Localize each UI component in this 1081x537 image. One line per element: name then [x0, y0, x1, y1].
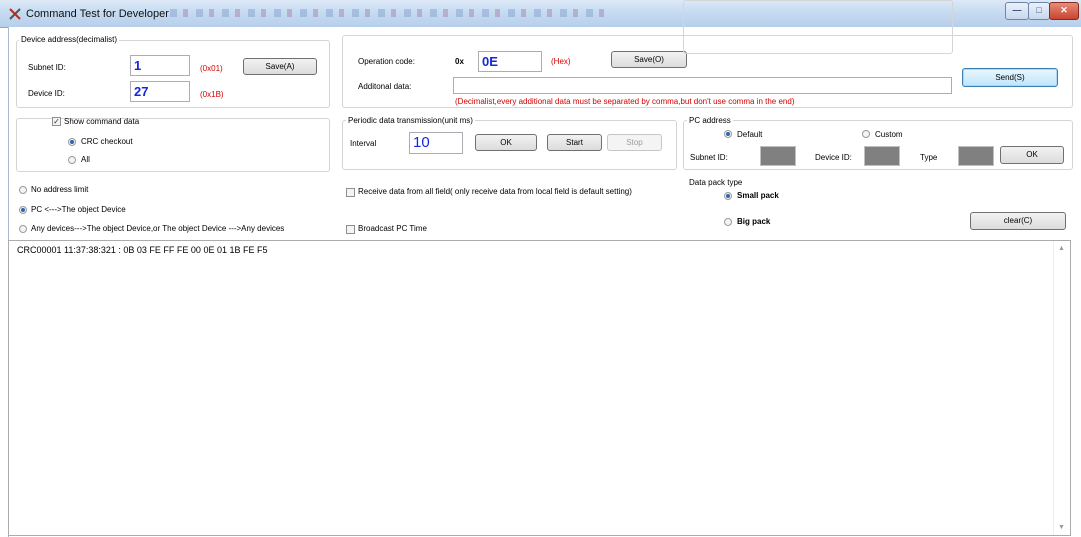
stop-button[interactable]: Stop [607, 134, 662, 151]
pc-object-device-radio[interactable] [19, 206, 27, 214]
app-icon [9, 8, 21, 20]
broadcast-checkbox[interactable] [346, 225, 355, 234]
pc-custom-label: Custom [875, 130, 903, 139]
interval-label: Interval [350, 139, 377, 148]
start-button[interactable]: Start [547, 134, 602, 151]
minimize-button[interactable]: — [1005, 2, 1029, 20]
maximize-button[interactable]: □ [1028, 2, 1050, 20]
subnet-id-hex: (0x01) [200, 64, 223, 73]
pc-default-radio[interactable] [724, 130, 732, 138]
data-pack-group [683, 0, 953, 54]
receive-all-label: Receive data from all field( only receiv… [358, 187, 632, 196]
all-label: All [81, 155, 90, 164]
additional-data-input[interactable] [453, 77, 952, 94]
any-devices-label: Any devices--->The object Device,or The … [31, 224, 285, 233]
device-id-input[interactable]: 27 [130, 81, 190, 102]
device-id-label: Device ID: [28, 89, 65, 98]
log-line: CRC00001 11:37:38:321 : 0B 03 FE FF FE 0… [17, 245, 268, 255]
big-pack-label: Big pack [737, 217, 771, 226]
pc-subnet-label: Subnet ID: [690, 153, 728, 162]
show-command-group [16, 118, 330, 172]
title-bar-blur [170, 9, 610, 17]
receive-all-checkbox[interactable] [346, 188, 355, 197]
crc-checkout-label: CRC checkout [81, 137, 133, 146]
operation-code-input[interactable]: 0E [478, 51, 542, 72]
any-devices-radio[interactable] [19, 225, 27, 233]
no-address-limit-radio[interactable] [19, 186, 27, 194]
subnet-id-input[interactable]: 1 [130, 55, 190, 76]
operation-code-label: Operation code: [358, 57, 415, 66]
device-id-hex: (0x1B) [200, 90, 224, 99]
subnet-id-label: Subnet ID: [28, 63, 66, 72]
pc-default-label: Default [737, 130, 763, 139]
data-pack-title: Data pack type [687, 178, 745, 187]
no-address-limit-label: No address limit [31, 185, 89, 194]
pc-custom-radio[interactable] [862, 130, 870, 138]
interval-input[interactable]: 10 [409, 132, 463, 154]
pc-device-label: Device ID: [815, 153, 852, 162]
broadcast-label: Broadcast PC Time [358, 224, 427, 233]
hex-prefix: 0x [455, 57, 464, 66]
log-area[interactable]: CRC00001 11:37:38:321 : 0B 03 FE FF FE 0… [8, 240, 1071, 536]
pc-address-title: PC address [687, 116, 733, 125]
show-command-checkbox[interactable]: ✓ [52, 117, 61, 126]
additional-data-hint: (Decimalist,every additional data must b… [455, 97, 795, 106]
all-radio[interactable] [68, 156, 76, 164]
pc-type-field[interactable] [958, 146, 994, 166]
scroll-down-icon[interactable]: ▼ [1058, 524, 1065, 531]
operation-hex-note: (Hex) [551, 57, 571, 66]
periodic-title: Periodic data transmission(unit ms) [346, 116, 475, 125]
save-operation-button[interactable]: Save(O) [611, 51, 687, 68]
small-pack-radio[interactable] [724, 192, 732, 200]
show-command-label: Show command data [64, 117, 140, 126]
periodic-ok-button[interactable]: OK [475, 134, 537, 151]
big-pack-radio[interactable] [724, 218, 732, 226]
close-button[interactable]: ✕ [1049, 2, 1079, 20]
pc-object-device-label: PC <--->The object Device [31, 205, 126, 214]
pc-type-label: Type [920, 153, 938, 162]
log-scrollbar[interactable]: ▲ ▼ [1053, 241, 1070, 535]
additional-data-label: Additonal data: [358, 82, 412, 91]
send-button[interactable]: Send(S) [962, 68, 1058, 87]
pc-device-field[interactable] [864, 146, 900, 166]
save-address-button[interactable]: Save(A) [243, 58, 317, 75]
pc-ok-button[interactable]: OK [1000, 146, 1064, 164]
window-title: Command Test for Developer [26, 8, 169, 20]
clear-button[interactable]: clear(C) [970, 212, 1066, 230]
crc-checkout-radio[interactable] [68, 138, 76, 146]
close-icon: ✕ [1060, 5, 1068, 15]
small-pack-label: Small pack [737, 191, 779, 200]
device-address-title: Device address(decimalist) [19, 35, 120, 44]
scroll-up-icon[interactable]: ▲ [1058, 245, 1065, 252]
pc-subnet-field[interactable] [760, 146, 796, 166]
